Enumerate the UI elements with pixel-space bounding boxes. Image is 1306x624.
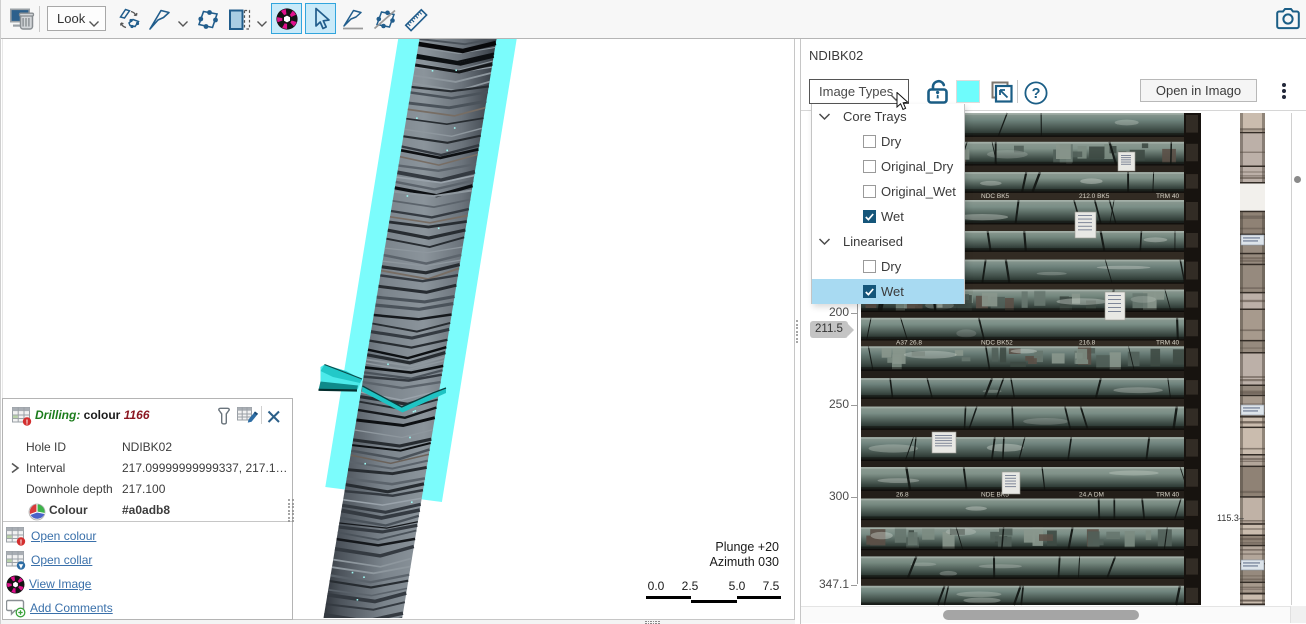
- svg-text:216.8: 216.8: [1079, 340, 1096, 347]
- svg-text:TRM 40: TRM 40: [1156, 340, 1180, 347]
- svg-text:TRM 40: TRM 40: [1156, 193, 1180, 200]
- svg-text:24.A DM: 24.A DM: [1079, 491, 1104, 498]
- svg-text:?: ?: [1032, 86, 1041, 102]
- svg-text:26.8: 26.8: [896, 491, 909, 498]
- svg-text:!: !: [20, 537, 23, 546]
- svg-text:!: !: [26, 417, 29, 426]
- svg-text:▼: ▼: [17, 561, 24, 570]
- svg-text:TRM 40: TRM 40: [1156, 491, 1180, 498]
- svg-text:212.0 BK5: 212.0 BK5: [1079, 193, 1110, 200]
- svg-text:NDC BK52: NDC BK52: [981, 340, 1013, 347]
- svg-text:A37 26.8: A37 26.8: [896, 340, 922, 347]
- svg-text:NDC BK5: NDC BK5: [981, 193, 1010, 200]
